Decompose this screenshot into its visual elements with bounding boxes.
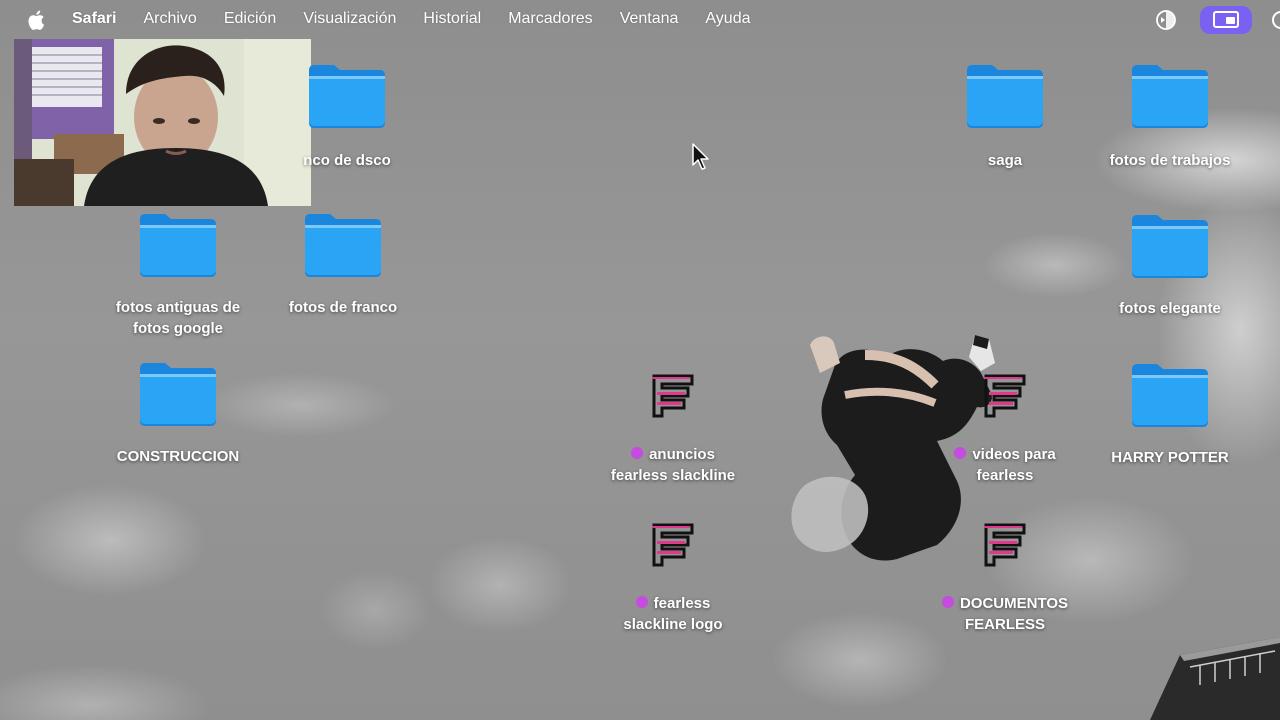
folder-icon <box>140 214 216 277</box>
tag-purple-icon <box>941 596 954 608</box>
menu-ayuda[interactable]: Ayuda <box>705 9 750 29</box>
folder-fotos-de-franco[interactable]: fotos de franco <box>258 211 428 318</box>
folder-icon <box>1132 215 1208 278</box>
fearless-label-line2: FEARLESS <box>964 616 1045 633</box>
menu-ventana[interactable]: Ventana <box>620 9 679 29</box>
folder-icon <box>309 65 385 128</box>
fearless-label-line1: DOCUMENTOS <box>959 595 1069 612</box>
folder-label: saga <box>987 152 1023 169</box>
folder-label: fotos de trabajos <box>1109 152 1231 169</box>
apple-logo-icon[interactable] <box>27 9 45 31</box>
fearless-logo-icon <box>652 523 694 567</box>
fearless-videos[interactable]: videos para fearless <box>920 370 1090 486</box>
fearless-logo-icon <box>652 374 694 418</box>
fearless-label: DOCUMENTOS FEARLESS <box>920 593 1090 635</box>
folder-icon <box>305 214 381 277</box>
folder-icon <box>967 65 1043 128</box>
folder-label: CONSTRUCCION <box>116 448 240 465</box>
fearless-documentos[interactable]: DOCUMENTOS FEARLESS <box>920 519 1090 635</box>
folder-icon <box>1132 65 1208 128</box>
menu-edicion[interactable]: Edición <box>224 9 276 29</box>
fearless-logo-icon <box>984 374 1026 418</box>
screen-sharing-icon <box>1213 11 1239 28</box>
fearless-label-line2: slackline logo <box>623 616 723 633</box>
folder-label: nco de dsco <box>303 152 391 169</box>
menu-historial[interactable]: Historial <box>423 9 481 29</box>
menu-app-safari[interactable]: Safari <box>72 9 116 29</box>
menu-bar: Safari Archivo Edición Visualización His… <box>0 0 1280 38</box>
fearless-label-line2: fearless <box>976 467 1034 484</box>
wallpaper-building-image <box>1150 637 1280 720</box>
tag-purple-icon <box>635 596 648 608</box>
fearless-label: videos para fearless <box>920 444 1090 486</box>
folder-label-line2: fotos google <box>133 320 223 337</box>
folder-label: HARRY POTTER <box>1111 449 1229 466</box>
folder-fotos-elegante[interactable]: fotos elegante <box>1085 212 1255 319</box>
control-center-partial-icon[interactable] <box>1272 11 1280 29</box>
fearless-anuncios[interactable]: anuncios fearless slackline <box>588 370 758 486</box>
fearless-slackline-logo[interactable]: fearless slackline logo <box>588 519 758 635</box>
fearless-label-line2: fearless slackline <box>610 467 736 484</box>
screen-sharing-button[interactable] <box>1200 6 1252 34</box>
fearless-label-line1: fearless <box>653 595 711 612</box>
folder-label: fotos elegante <box>1119 300 1221 317</box>
folder-icon <box>1132 364 1208 427</box>
folder-harry-potter[interactable]: HARRY POTTER <box>1085 361 1255 468</box>
menu-archivo[interactable]: Archivo <box>143 9 196 29</box>
fearless-label-line1: anuncios <box>649 446 715 463</box>
tag-purple-icon <box>631 447 644 459</box>
folder-construccion[interactable]: CONSTRUCCION <box>93 360 263 467</box>
folder-label-line1: fotos antiguas de <box>115 299 241 316</box>
tag-purple-icon <box>954 447 967 459</box>
display-sync-icon[interactable] <box>1154 8 1178 32</box>
menu-marcadores[interactable]: Marcadores <box>508 9 592 29</box>
fearless-logo-icon <box>984 523 1026 567</box>
folder-saga[interactable]: saga <box>920 62 1090 171</box>
menu-visualizacion[interactable]: Visualización <box>303 9 396 29</box>
folder-banco-de-dsco[interactable]: nco de dsco <box>262 62 432 171</box>
mouse-pointer-icon <box>692 143 709 170</box>
fearless-label-line1: videos para <box>972 446 1056 463</box>
fearless-label: fearless slackline logo <box>588 593 758 635</box>
folder-icon <box>140 363 216 426</box>
folder-fotos-antiguas[interactable]: fotos antiguas de fotos google <box>93 211 263 339</box>
folder-label: fotos de franco <box>288 299 398 316</box>
fearless-label: anuncios fearless slackline <box>588 444 758 486</box>
folder-label: fotos antiguas de fotos google <box>93 297 263 339</box>
folder-fotos-de-trabajos[interactable]: fotos de trabajos <box>1085 62 1255 171</box>
